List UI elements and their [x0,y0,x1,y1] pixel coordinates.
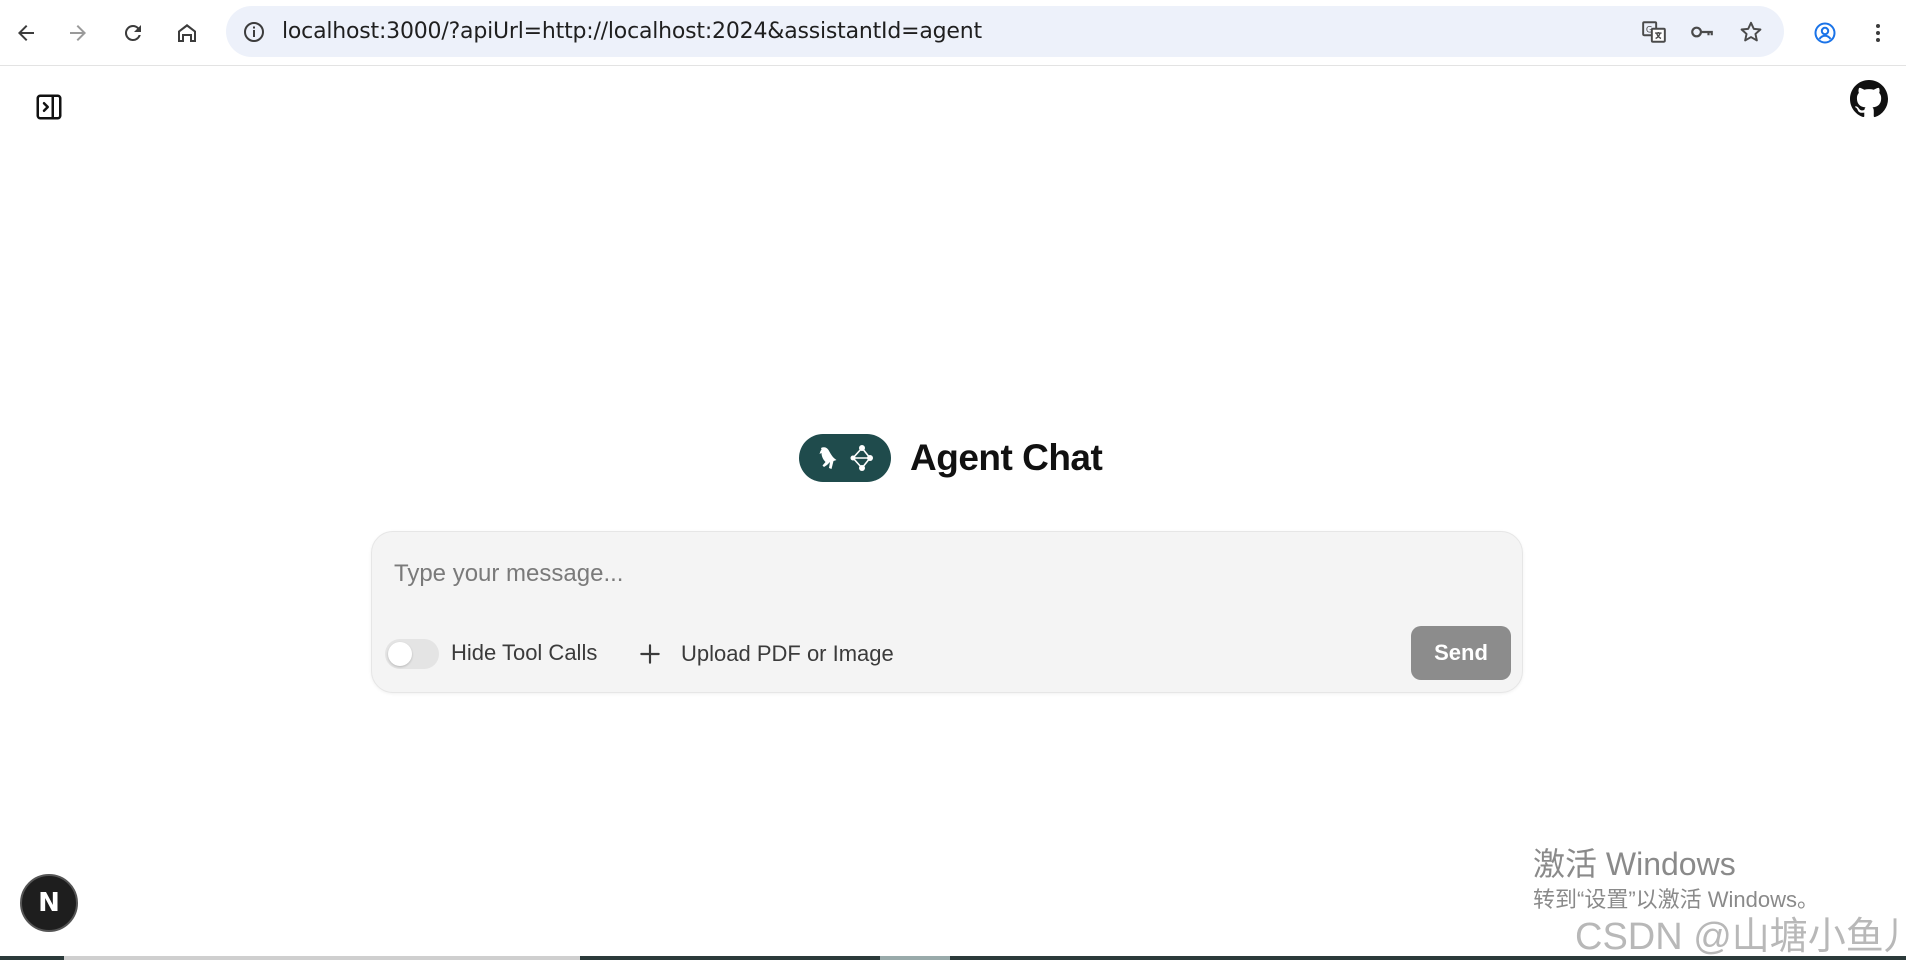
github-icon [1850,80,1888,118]
address-bar[interactable]: localhost:3000/?apiUrl=http://localhost:… [226,6,1784,57]
hide-tool-calls-toggle[interactable] [385,639,439,669]
reload-button[interactable] [113,13,153,53]
hide-tool-calls-label: Hide Tool Calls [451,640,598,665]
url-text[interactable]: localhost:3000/?apiUrl=http://localhost:… [282,6,982,57]
taskbar-edge [0,956,1906,960]
app-title: Agent Chat [910,437,1103,478]
site-info-button[interactable] [240,18,267,45]
home-icon [178,24,196,42]
bookmark-button[interactable] [1735,16,1767,48]
forward-button[interactable] [58,13,98,53]
translate-button[interactable]: G [1638,16,1670,48]
panel-right-open-icon [36,94,62,120]
toggle-knob [388,642,412,666]
message-input[interactable] [392,554,1492,594]
csdn-watermark: CSDN @山塘小鱼儿 [1575,916,1906,958]
upload-button[interactable]: Upload PDF or Image [637,632,894,676]
star-icon [1740,21,1762,42]
arrow-right-icon [70,25,86,41]
plus-icon [640,644,660,664]
translate-icon: G [1642,21,1666,43]
arrow-left-icon [18,25,34,41]
sidebar-toggle-button[interactable] [32,90,66,124]
message-composer: Hide Tool Calls Upload PDF or Image Send [371,531,1523,693]
back-button[interactable] [6,13,46,53]
nextjs-dev-badge[interactable]: N [20,874,78,932]
passwords-button[interactable] [1686,16,1718,48]
windows-activation-title: 激活 Windows [1533,846,1736,882]
kebab-menu-icon [1876,24,1880,42]
upload-label: Upload PDF or Image [681,641,894,666]
key-icon [1691,26,1713,38]
profile-button[interactable] [1805,13,1845,53]
browser-toolbar: localhost:3000/?apiUrl=http://localhost:… [0,0,1906,66]
home-button[interactable] [167,13,207,53]
info-icon [243,21,264,42]
browser-menu-button[interactable] [1858,13,1898,53]
brand: Agent Chat [799,434,1103,482]
profile-icon [1814,22,1836,44]
reload-icon [124,24,141,41]
send-button[interactable]: Send [1411,626,1511,680]
langgraph-logo-icon [799,434,891,482]
parrot-graph-icon [819,445,873,471]
github-link[interactable] [1850,80,1888,118]
